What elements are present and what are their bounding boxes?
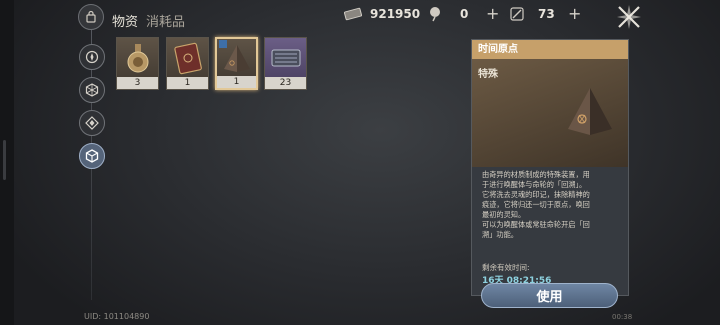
clock: 00:38 [612,313,633,321]
description-line: 痕迹，它将归还一切于原点，唤回 [482,200,590,209]
left-edge-bar [0,0,14,325]
crate-icon [266,39,305,77]
item-slot-book[interactable]: 1 [166,37,209,90]
item-count: 1 [217,76,256,88]
hexagon-icon [85,83,99,97]
description-line: 它将洗去灵魂的印记，抹除精神的 [482,190,590,199]
item-type: 特殊 [478,69,498,80]
quill-count: 73 [538,7,555,21]
item-name: 时间原点 [472,40,628,59]
quill-icon [508,5,526,23]
item-slot-potion[interactable]: 3 [116,37,159,90]
cube-icon [85,149,99,163]
item-slot-crate[interactable]: 23 [264,37,307,90]
currency-ticket: 921950 [344,5,420,23]
item-count: 1 [167,77,208,89]
item-preview: 特殊 [472,59,628,167]
description-line: 由奇异的材质制成的特殊装置，用 [482,170,590,179]
pen-count: 0 [460,7,469,21]
nav-tab-consumables[interactable] [79,143,105,169]
add-quill-button[interactable]: + [568,4,581,23]
bag-icon [78,4,104,30]
diamond-arrow-icon [85,116,99,130]
pen-icon [426,5,444,23]
currency-pen: 0 [426,5,468,23]
close-icon [617,5,641,29]
close-button[interactable] [612,2,646,32]
description-line: 最初的灵知。 [482,210,526,219]
use-button[interactable]: 使用 [481,283,618,308]
description-line: 于进行唤醒体与命轮的「回溯」。 [482,180,587,189]
page-subtitle: 消耗品 [146,15,186,30]
description-line: 可以为唤醒体或常驻命轮开启「回 [482,220,590,229]
nav-tab-hexagon[interactable] [79,77,105,103]
item-detail-panel: 时间原点 特殊 由奇异的材质制成的特殊装置，用 于进行唤醒体与命轮的「回溯」。 … [471,39,629,296]
ticket-count: 921950 [370,7,421,21]
pyramid-icon [564,85,616,141]
add-pen-button[interactable]: + [486,4,499,23]
ticket-icon [344,5,362,23]
description-line: 溯」功能。 [482,230,518,239]
nav-tab-compass[interactable] [79,44,105,70]
currency-quill: 73 [508,5,555,23]
compass-icon [85,50,99,64]
pyramid-icon [218,40,255,76]
potion-flask-icon [118,39,157,77]
book-icon [168,39,207,77]
item-slot-pyramid[interactable]: 1 [215,37,258,90]
remaining-time-label: 剩余有效时间: [482,263,530,272]
page-title: 物资 [112,15,139,30]
user-id: UID: 101104890 [84,312,150,321]
item-description: 由奇异的材质制成的特殊装置，用 于进行唤醒体与命轮的「回溯」。 它将洗去灵魂的印… [482,170,624,240]
item-count: 3 [117,77,158,89]
item-count: 23 [265,77,306,89]
nav-tab-diamond[interactable] [79,110,105,136]
